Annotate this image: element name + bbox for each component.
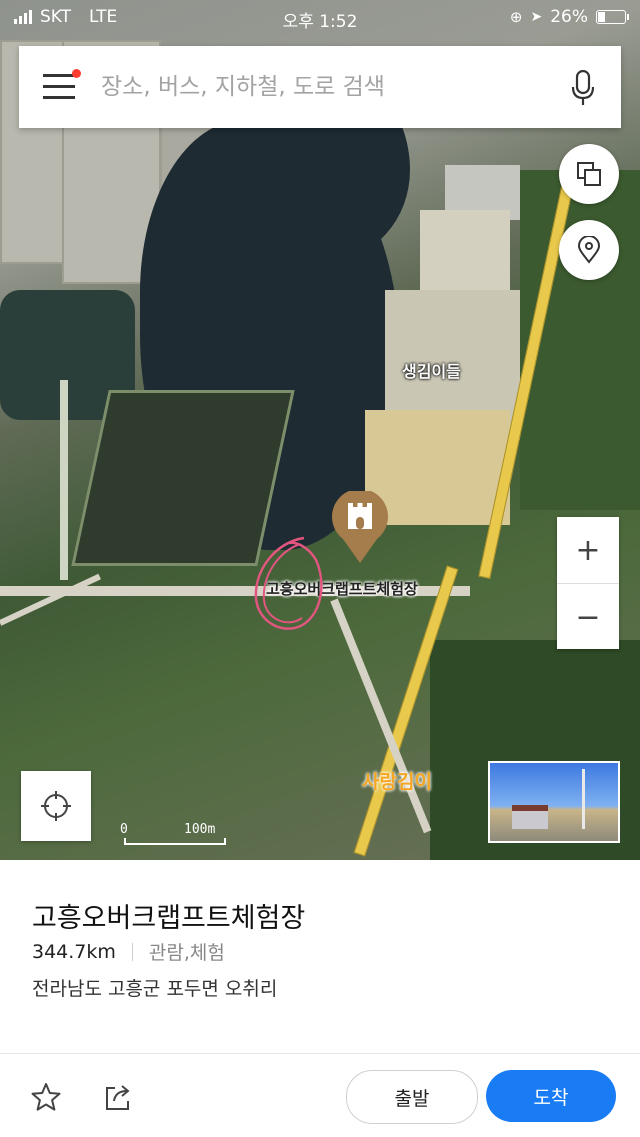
notification-dot	[72, 69, 81, 78]
sheet-divider	[0, 1053, 640, 1054]
favorite-star-icon[interactable]	[30, 1081, 62, 1113]
street-view-pole	[582, 769, 585, 829]
place-marker-button[interactable]	[559, 220, 619, 280]
street-view-thumbnail[interactable]	[488, 761, 620, 843]
search-bar[interactable]	[19, 46, 621, 128]
location-pin-icon	[577, 236, 601, 264]
map-view[interactable]	[0, 0, 640, 860]
map-road	[60, 380, 68, 580]
map-layer-button[interactable]	[559, 144, 619, 204]
zoom-controls: + −	[557, 517, 619, 649]
orientation-lock-icon: ⊕	[509, 8, 523, 26]
status-time: 오후 1:52	[282, 12, 358, 32]
scale-line	[124, 838, 226, 845]
search-input[interactable]	[99, 73, 543, 101]
map-nearby-label[interactable]: 사랑김이	[362, 767, 432, 794]
street-view-house	[512, 805, 548, 829]
depart-button[interactable]: 출발	[346, 1070, 478, 1124]
scale-zero: 0	[120, 822, 128, 837]
hand-drawn-circle	[254, 536, 323, 630]
info-divider	[131, 942, 133, 961]
place-address: 전라남도 고흥군 포두면 오취리	[32, 978, 278, 1000]
map-area-label: 생김이들	[402, 362, 461, 381]
place-pin-icon[interactable]	[331, 491, 389, 565]
microphone-icon[interactable]	[571, 70, 595, 106]
current-location-button[interactable]	[21, 771, 91, 841]
share-icon[interactable]	[103, 1082, 133, 1112]
menu-icon[interactable]	[43, 69, 81, 100]
location-arrow-icon: ➤	[530, 9, 543, 25]
place-distance: 344.7km	[32, 940, 116, 963]
zoom-out-button[interactable]: −	[557, 583, 619, 650]
battery-icon	[596, 10, 629, 24]
place-info-sheet[interactable]: 고흥오버크랩프트체험장 344.7km 관람,체험 전라남도 고흥군 포두면 오…	[0, 860, 640, 1137]
place-info-line: 344.7km 관람,체험	[32, 938, 225, 965]
arrive-button[interactable]: 도착	[486, 1070, 616, 1122]
place-category: 관람,체험	[148, 942, 225, 964]
zoom-in-button[interactable]: +	[557, 517, 619, 583]
crosshair-icon	[41, 791, 71, 821]
status-bar: SKT LTE 오후 1:52 ⊕ ➤ 26%	[0, 0, 640, 36]
place-title: 고흥오버크랩프트체험장	[32, 903, 306, 934]
scale-distance: 100m	[184, 822, 216, 837]
layers-icon	[577, 162, 601, 186]
map-road	[0, 573, 101, 626]
battery-percent: 26%	[550, 7, 588, 27]
